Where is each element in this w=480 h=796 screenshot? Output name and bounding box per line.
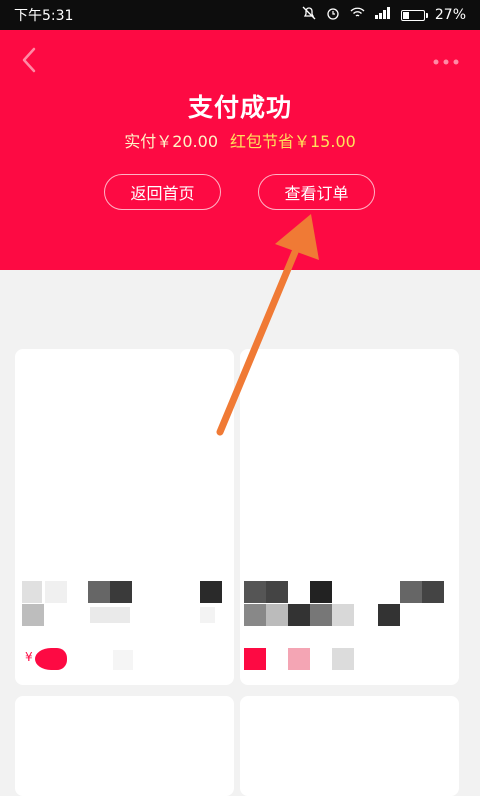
more-icon bbox=[433, 59, 459, 65]
status-bar: 下午5:31 27% bbox=[0, 0, 480, 30]
blurred-text bbox=[266, 581, 288, 603]
blurred-text bbox=[332, 604, 354, 626]
blurred-text bbox=[422, 581, 444, 603]
product-card[interactable]: ¥ bbox=[15, 349, 234, 685]
blurred-text bbox=[113, 650, 133, 670]
blurred-text bbox=[22, 581, 42, 603]
payment-header: 支付成功 实付￥20.00 红包节省￥15.00 返回首页 查看订单 bbox=[0, 30, 480, 270]
paid-amount: 实付￥20.00 bbox=[124, 132, 218, 151]
blurred-text bbox=[378, 604, 400, 626]
blurred-text bbox=[90, 607, 130, 623]
status-icons: 27% bbox=[302, 6, 466, 24]
blurred-text bbox=[200, 581, 222, 603]
product-card[interactable] bbox=[240, 696, 459, 796]
wifi-icon bbox=[350, 7, 365, 23]
page-title: 支付成功 bbox=[187, 93, 292, 122]
blurred-text bbox=[88, 581, 110, 603]
mute-icon bbox=[302, 6, 316, 24]
product-card[interactable] bbox=[240, 349, 459, 685]
back-button[interactable] bbox=[18, 46, 42, 74]
blurred-price bbox=[288, 648, 310, 670]
blurred-text bbox=[200, 607, 215, 623]
blurred-text bbox=[400, 581, 422, 603]
return-home-button[interactable]: 返回首页 bbox=[104, 174, 221, 210]
signal-icon bbox=[374, 7, 391, 23]
blurred-text bbox=[332, 648, 354, 670]
blurred-text bbox=[288, 604, 310, 626]
blurred-text bbox=[244, 581, 266, 603]
blurred-text bbox=[22, 604, 44, 626]
product-card[interactable] bbox=[15, 696, 234, 796]
blurred-price bbox=[35, 648, 67, 670]
more-button[interactable] bbox=[432, 50, 460, 70]
blurred-text bbox=[266, 604, 288, 626]
saved-amount: 红包节省￥15.00 bbox=[230, 132, 356, 151]
blurred-text bbox=[244, 604, 266, 626]
chevron-left-icon bbox=[22, 47, 36, 73]
status-time: 下午5:31 bbox=[14, 8, 74, 24]
blurred-text bbox=[45, 581, 67, 603]
blurred-price bbox=[244, 648, 266, 670]
blurred-text bbox=[110, 581, 132, 603]
blurred-text bbox=[310, 604, 332, 626]
payment-amounts: 实付￥20.00 红包节省￥15.00 bbox=[0, 128, 480, 152]
battery-icon bbox=[400, 9, 428, 21]
blurred-text bbox=[310, 581, 332, 603]
price-symbol: ¥ bbox=[25, 650, 33, 664]
view-order-button[interactable]: 查看订单 bbox=[258, 174, 375, 210]
battery-percent: 27% bbox=[434, 7, 466, 23]
alarm-icon bbox=[326, 6, 340, 24]
